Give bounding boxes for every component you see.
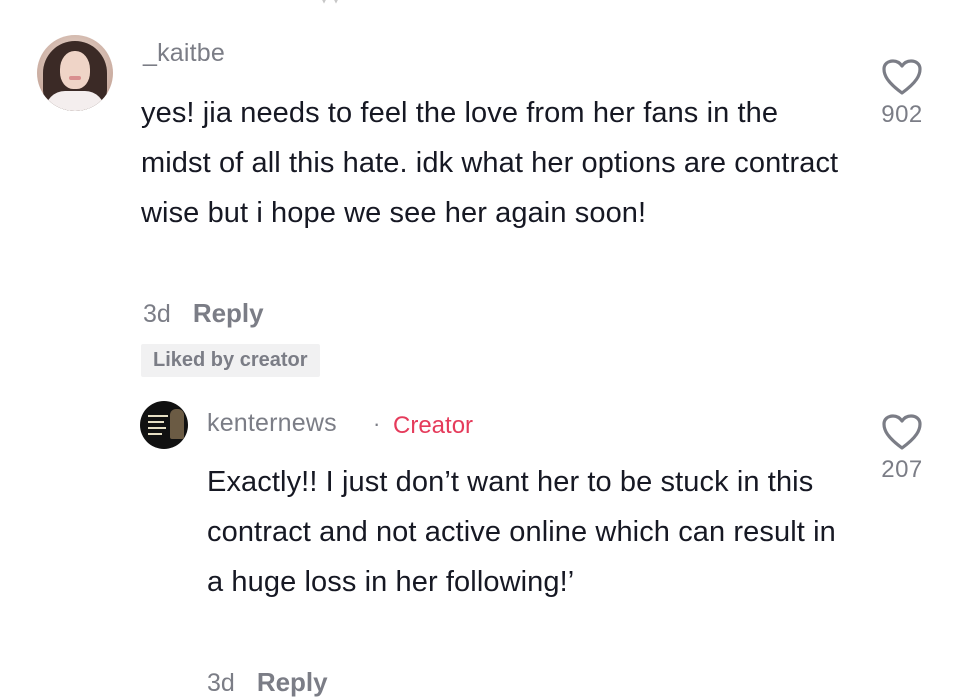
comment-timestamp: 3d — [143, 300, 171, 328]
comment-username[interactable]: _kaitbe — [143, 39, 225, 68]
like-count: 902 — [881, 101, 923, 128]
liked-by-creator-badge: Liked by creator — [141, 344, 320, 377]
like-button[interactable]: 207 — [867, 413, 937, 484]
top-cropped-fragment — [318, 0, 344, 4]
creator-avatar-icon[interactable] — [140, 401, 188, 449]
creator-badge: Creator — [393, 412, 474, 439]
separator-dot: · — [373, 411, 381, 436]
comments-page: _kaitbe yes! jia needs to feel the love … — [0, 0, 960, 700]
comment-text: yes! jia needs to feel the love from her… — [141, 97, 839, 229]
like-count: 207 — [881, 456, 923, 483]
user-avatar-icon[interactable] — [37, 35, 113, 111]
reply-username[interactable]: kenternews — [207, 409, 337, 438]
heart-icon — [882, 414, 922, 450]
reply-timestamp: 3d — [207, 669, 235, 697]
heart-icon — [882, 59, 922, 95]
like-button[interactable]: 902 — [867, 58, 937, 129]
reply-button[interactable]: Reply — [193, 298, 264, 329]
reply-meta: 3d Reply — [207, 667, 328, 698]
reply-text: Exactly!! I just don’t want her to be st… — [207, 466, 836, 598]
comment-meta: 3d Reply — [143, 298, 264, 329]
reply-button[interactable]: Reply — [257, 667, 328, 698]
